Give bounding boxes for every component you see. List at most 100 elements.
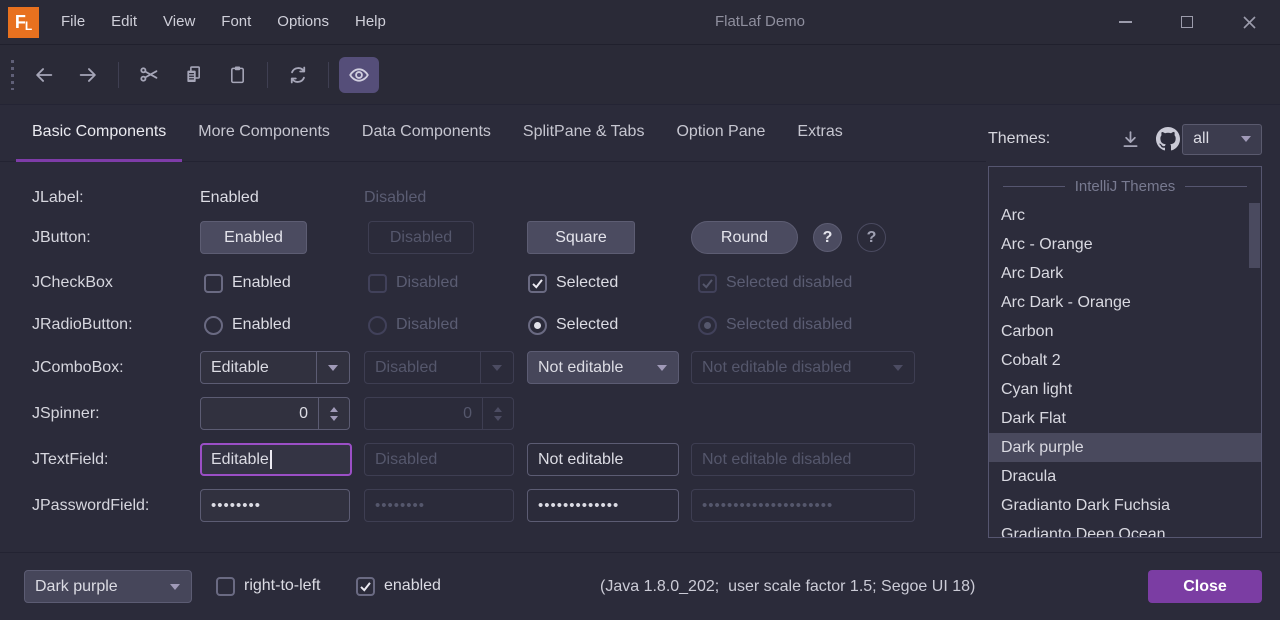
combobox-not-editable[interactable]: Not editable (527, 351, 679, 384)
checkbox-enabled[interactable]: Enabled (204, 266, 291, 300)
maximize-button[interactable] (1156, 0, 1218, 44)
tab-basic-components[interactable]: Basic Components (16, 104, 182, 161)
menu-font[interactable]: Font (208, 0, 264, 44)
enabled-button[interactable]: Enabled (200, 221, 307, 254)
row-label: JRadioButton: (32, 308, 133, 342)
menu-edit[interactable]: Edit (98, 0, 150, 44)
enabled-checkbox[interactable]: enabled (356, 569, 441, 603)
combobox-not-editable-disabled[interactable]: Not editable disabled (691, 351, 915, 384)
status-info: (Java 1.8.0_202; user scale factor 1.5; … (600, 553, 975, 620)
lookandfeel-combobox[interactable]: Dark purple (24, 570, 192, 603)
scrollbar-thumb[interactable] (1249, 203, 1260, 268)
radio-icon (368, 316, 387, 335)
list-item-theme[interactable]: Dracula (989, 462, 1261, 491)
combobox-editable[interactable]: Editable (200, 351, 350, 384)
textfield-editable[interactable]: Editable (200, 443, 352, 476)
passwordfield-not-editable-disabled[interactable]: ••••••••••••••••••••• (691, 489, 915, 522)
spinner-arrows[interactable] (318, 398, 349, 429)
jlabel-enabled: Enabled (200, 181, 259, 215)
list-item-theme[interactable]: Arc (989, 201, 1261, 230)
download-themes-button[interactable] (1116, 123, 1145, 155)
tab-splitpane-tabs[interactable]: SplitPane & Tabs (507, 104, 661, 161)
list-item-theme-selected[interactable]: Dark purple (989, 433, 1261, 462)
close-button[interactable]: Close (1148, 570, 1262, 603)
chevron-down-icon (1241, 136, 1251, 142)
passwordfield-enabled[interactable]: •••••••• (200, 489, 350, 522)
back-arrow-icon (33, 64, 55, 86)
theme-filter-combobox[interactable]: all (1182, 124, 1262, 155)
window-title: FlatLaf Demo (430, 0, 1090, 44)
minimize-button[interactable] (1094, 0, 1156, 44)
radio-label: Selected (556, 308, 618, 342)
checkbox-label: right-to-left (244, 577, 320, 595)
square-button[interactable]: Square (527, 221, 635, 254)
close-icon (1242, 15, 1257, 30)
checkbox-disabled[interactable]: Disabled (368, 266, 458, 300)
textfield-not-editable[interactable]: Not editable (527, 443, 679, 476)
passwordfield-disabled[interactable]: •••••••• (364, 489, 514, 522)
radio-enabled[interactable]: Enabled (204, 308, 291, 342)
list-item-theme[interactable]: Gradianto Dark Fuchsia (989, 491, 1261, 520)
close-window-button[interactable] (1218, 0, 1280, 44)
toolbar-drag-grip-icon[interactable] (11, 60, 14, 90)
copy-button[interactable] (173, 57, 213, 93)
refresh-button[interactable] (278, 57, 318, 93)
checkbox-selected[interactable]: Selected (528, 266, 618, 300)
combobox-disabled[interactable]: Disabled (364, 351, 514, 384)
list-item-theme[interactable]: Gradianto Deep Ocean (989, 520, 1261, 538)
titlebar: F L File Edit View Font Options Help Fla… (0, 0, 1280, 45)
tab-option-pane[interactable]: Option Pane (660, 104, 781, 161)
back-button[interactable] (24, 57, 64, 93)
right-to-left-checkbox[interactable]: right-to-left (216, 569, 320, 603)
chevron-down-icon (657, 365, 667, 371)
chevron-down-icon (328, 365, 338, 371)
spinner-enabled[interactable]: 0 (200, 397, 350, 430)
menu-view[interactable]: View (150, 0, 208, 44)
menubar: File Edit View Font Options Help (48, 0, 399, 44)
tab-more-components[interactable]: More Components (182, 104, 346, 161)
row-label: JTextField: (32, 443, 108, 477)
passwordfield-not-editable[interactable]: ••••••••••••• (527, 489, 679, 522)
refresh-icon (287, 64, 309, 86)
list-item-theme[interactable]: Dark Flat (989, 404, 1261, 433)
list-item-theme[interactable]: Arc Dark - Orange (989, 288, 1261, 317)
forward-button[interactable] (68, 57, 108, 93)
checkbox-label: enabled (384, 577, 441, 595)
cut-button[interactable] (129, 57, 169, 93)
spinner-disabled[interactable]: 0 (364, 397, 514, 430)
show-hidden-toggle-button[interactable] (339, 57, 379, 93)
list-item-theme[interactable]: Cyan light (989, 375, 1261, 404)
spinner-arrows (482, 398, 513, 429)
themes-group-header: IntelliJ Themes (989, 171, 1261, 201)
radio-selected[interactable]: Selected (528, 308, 618, 342)
tab-extras[interactable]: Extras (781, 104, 858, 161)
round-button[interactable]: Round (691, 221, 798, 254)
themes-label: Themes: (988, 130, 1050, 148)
paste-button[interactable] (217, 57, 257, 93)
list-item-theme[interactable]: Cobalt 2 (989, 346, 1261, 375)
list-item-theme[interactable]: Carbon (989, 317, 1261, 346)
help-button-outline[interactable]: ? (857, 223, 886, 252)
github-button[interactable] (1153, 123, 1182, 155)
checkbox-selected-disabled[interactable]: Selected disabled (698, 266, 852, 300)
jlabel-disabled: Disabled (364, 181, 426, 215)
help-button[interactable]: ? (813, 223, 842, 252)
menu-help[interactable]: Help (342, 0, 399, 44)
minimize-icon (1119, 21, 1132, 23)
radio-selected-disabled[interactable]: Selected disabled (698, 308, 852, 342)
eye-icon (348, 64, 370, 86)
tab-data-components[interactable]: Data Components (346, 104, 507, 161)
menu-options[interactable]: Options (264, 0, 342, 44)
list-item-theme[interactable]: Arc Dark (989, 259, 1261, 288)
list-item-theme[interactable]: Arc - Orange (989, 230, 1261, 259)
textfield-not-editable-disabled[interactable]: Not editable disabled (691, 443, 915, 476)
row-label: JCheckBox (32, 266, 113, 300)
paste-clipboard-icon (227, 64, 248, 85)
toolbar-separator (328, 62, 329, 88)
disabled-button[interactable]: Disabled (368, 221, 474, 254)
textfield-disabled[interactable]: Disabled (364, 443, 514, 476)
text-caret (270, 450, 272, 469)
radio-label: Selected disabled (726, 308, 852, 342)
menu-file[interactable]: File (48, 0, 98, 44)
radio-disabled[interactable]: Disabled (368, 308, 458, 342)
